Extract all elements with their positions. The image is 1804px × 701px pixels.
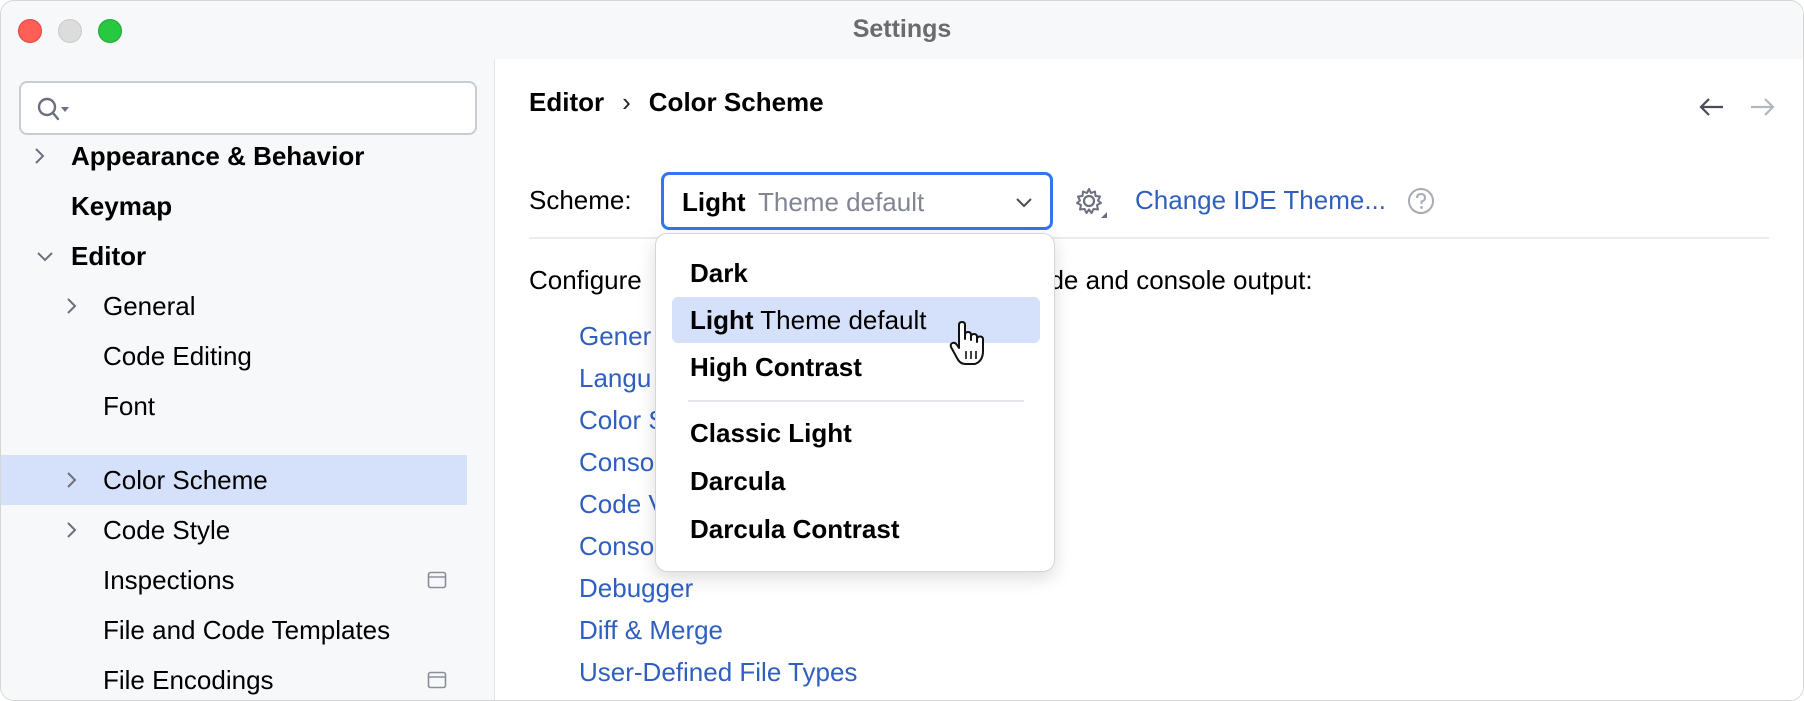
search-icon [37, 97, 69, 121]
sidebar-item-label: File and Code Templates [103, 615, 391, 645]
sidebar-item-file-code-templates[interactable]: File and Code Templates [1, 605, 467, 655]
settings-search-input[interactable] [19, 81, 477, 135]
scheme-option-dark[interactable]: Dark [672, 250, 1040, 296]
configure-text-tail: ode and console output: [1035, 265, 1313, 295]
sidebar-item-label: Code Editing [103, 341, 252, 371]
breadcrumb-parent[interactable]: Editor [529, 87, 604, 117]
link-language-defaults[interactable]: Langu [579, 363, 651, 394]
sidebar-item-label: General [103, 291, 196, 321]
sidebar-item-color-scheme[interactable]: Color Scheme [1, 455, 467, 505]
popup-separator [688, 400, 1024, 402]
chevron-right-icon[interactable] [61, 470, 81, 490]
sidebar-item-editor[interactable]: Editor [1, 231, 467, 281]
chevron-right-icon[interactable] [61, 296, 81, 316]
back-arrow-icon[interactable] [1697, 95, 1727, 119]
breadcrumb-separator: › [622, 87, 631, 117]
change-ide-theme-link[interactable]: Change IDE Theme... [1135, 185, 1386, 216]
sidebar-item-label: Keymap [71, 191, 173, 221]
window-title: Settings [852, 15, 952, 43]
breadcrumb: Editor › Color Scheme [529, 87, 824, 118]
forward-arrow-icon[interactable] [1747, 95, 1777, 119]
project-scope-icon [427, 571, 447, 589]
link-console-colors[interactable]: Conso [579, 447, 654, 478]
chevron-right-icon[interactable] [29, 146, 49, 166]
scheme-combobox[interactable]: Light Theme default [661, 172, 1053, 230]
sidebar-item-label: File Encodings [103, 665, 274, 695]
sidebar-item-code-editing[interactable]: Code Editing [1, 331, 467, 381]
configure-text: Configure ode and console output: [529, 265, 1313, 296]
gear-icon[interactable] [1073, 185, 1109, 221]
sidebar-item-inspections[interactable]: Inspections [1, 555, 467, 605]
link-diff-merge[interactable]: Diff & Merge [579, 615, 723, 646]
link-user-defined-file-types[interactable]: User-Defined File Types [579, 657, 857, 688]
scheme-selected-name: Light [682, 187, 746, 217]
link-debugger[interactable]: Debugger [579, 573, 693, 604]
scheme-selected-suffix: Theme default [758, 187, 925, 217]
sidebar-item-keymap[interactable]: Keymap [1, 181, 467, 231]
link-color-scheme-font[interactable]: Color S [579, 405, 666, 436]
sidebar-item-file-encodings[interactable]: File Encodings [1, 655, 467, 700]
sidebar-item-label: Appearance & Behavior [71, 141, 365, 171]
option-name: Darcula Contrast [690, 514, 900, 544]
link-code-with-me[interactable]: Code V [579, 489, 666, 520]
sidebar-item-general[interactable]: General [1, 281, 467, 331]
option-suffix: Theme default [760, 305, 927, 335]
scheme-label: Scheme: [529, 185, 632, 215]
link-console-font[interactable]: Conso [579, 531, 654, 562]
option-name: Light [690, 305, 754, 335]
scheme-option-darcula-contrast[interactable]: Darcula Contrast [672, 506, 1040, 552]
chevron-down-icon[interactable] [35, 246, 55, 266]
breadcrumb-current: Color Scheme [648, 87, 824, 117]
sidebar-item-label: Inspections [103, 565, 235, 595]
link-general[interactable]: Gener [579, 321, 651, 352]
settings-window: Settings Appearance & Behavior Keymap Ed… [0, 0, 1804, 701]
sidebar-item-label: Color Scheme [103, 465, 268, 495]
chevron-down-icon [1016, 198, 1032, 208]
project-scope-icon [427, 671, 447, 689]
scheme-option-darcula[interactable]: Darcula [672, 458, 1040, 504]
sidebar-item-appearance-behavior[interactable]: Appearance & Behavior [1, 131, 467, 181]
help-icon[interactable] [1407, 187, 1435, 215]
option-name: High Contrast [690, 352, 862, 382]
sidebar-item-code-style[interactable]: Code Style [1, 505, 467, 555]
sidebar-item-label: Editor [71, 241, 147, 271]
configure-text-head: Configure [529, 265, 642, 295]
option-name: Classic Light [690, 418, 852, 448]
option-name: Dark [690, 258, 748, 288]
sidebar-item-label: Code Style [103, 515, 231, 545]
title-bar: Settings [1, 1, 1803, 59]
hand-cursor-icon [949, 321, 984, 365]
scheme-option-classic-light[interactable]: Classic Light [672, 410, 1040, 456]
settings-sidebar: Appearance & Behavior Keymap Editor Gene… [1, 59, 495, 700]
chevron-right-icon[interactable] [61, 520, 81, 540]
scheme-dropdown-popup: Dark Light Theme default High Contrast C… [655, 233, 1055, 572]
option-name: Darcula [690, 466, 786, 496]
sidebar-item-font[interactable]: Font [1, 381, 467, 431]
sidebar-item-label: Font [103, 391, 156, 421]
